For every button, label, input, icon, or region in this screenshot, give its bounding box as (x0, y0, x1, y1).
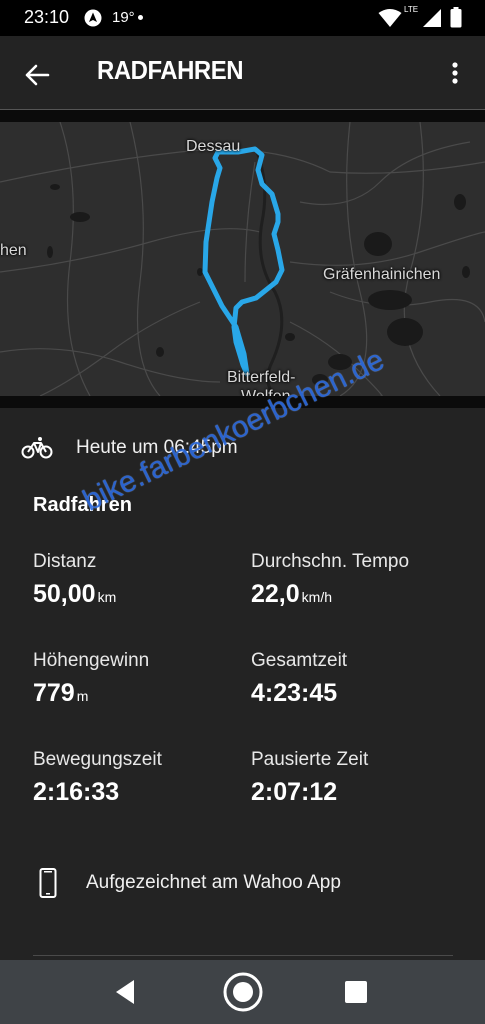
page-title: RADFAHREN (97, 55, 244, 85)
nav-recents-icon[interactable] (344, 980, 368, 1004)
signal-icon (423, 9, 441, 27)
total-time-value: 4:23:45 (251, 679, 338, 707)
notification-dot-icon (138, 15, 143, 20)
nav-back-icon[interactable] (112, 977, 140, 1007)
status-temperature: 19° (112, 9, 135, 26)
route-path (202, 146, 285, 377)
avg-speed-value: 22,0 km/h (251, 580, 333, 608)
bottom-divider (33, 955, 453, 956)
map-label-graefenhainichen: Gräfenhainichen (323, 266, 441, 283)
nav-home-icon[interactable] (221, 970, 265, 1014)
navigation-icon (84, 9, 102, 27)
smartphone-icon (39, 868, 57, 898)
distance-value: 50,00 km (33, 580, 117, 608)
map-canvas (0, 122, 485, 396)
more-options-icon[interactable] (444, 58, 466, 92)
map-label-dessau: Dessau (186, 138, 241, 155)
map-label-left-town: hen (0, 242, 27, 259)
moving-time-value: 2:16:33 (33, 778, 120, 806)
avg-speed-unit: km/h (301, 589, 333, 605)
network-type-label: LTE (404, 5, 419, 14)
avg-speed-label: Durchschn. Tempo (251, 551, 410, 572)
elevation-unit: m (76, 688, 89, 704)
status-bar: 23:10 19° LTE (0, 0, 485, 36)
battery-icon (450, 7, 462, 28)
moving-time-label: Bewegungszeit (33, 749, 162, 770)
bicycle-icon (21, 437, 53, 459)
paused-time-value: 2:07:12 (251, 778, 338, 806)
distance-label: Distanz (33, 551, 97, 572)
recorded-with-label: Aufgezeichnet am Wahoo App (86, 872, 341, 893)
distance-unit: km (97, 589, 117, 605)
wifi-icon (378, 9, 402, 27)
elevation-label: Höhengewinn (33, 650, 150, 671)
paused-time-label: Pausierte Zeit (251, 749, 369, 770)
route-map[interactable]: Dessau hen Gräfenhainichen Bitterfeld- W… (0, 122, 485, 396)
back-arrow-icon[interactable] (20, 58, 54, 92)
status-time: 23:10 (24, 7, 70, 27)
map-label-bitterfeld: Bitterfeld- (227, 369, 296, 386)
total-time-label: Gesamtzeit (251, 650, 348, 671)
elevation-value: 779 m (33, 679, 89, 707)
